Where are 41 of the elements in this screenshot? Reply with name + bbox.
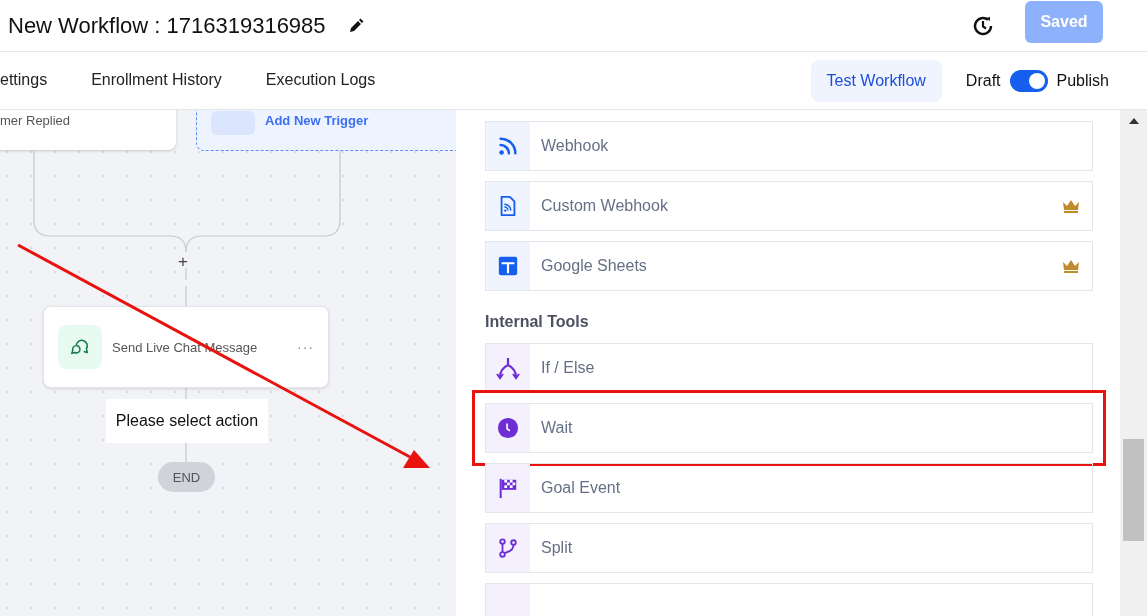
action-item[interactable]: Custom Webhook xyxy=(485,181,1093,231)
more-button[interactable]: ··· xyxy=(297,339,314,355)
action-item[interactable]: Goal Event xyxy=(485,463,1093,513)
add-trigger-link[interactable]: Add New Trigger xyxy=(265,113,369,128)
action-label: Goal Event xyxy=(541,479,622,497)
action-label: Split xyxy=(541,539,574,557)
branch-icon xyxy=(497,537,519,559)
publish-toggle[interactable] xyxy=(1009,69,1048,92)
trigger-card[interactable]: mer Replied xyxy=(0,110,176,150)
action-label: Custom Webhook xyxy=(541,197,669,215)
scrollbar-thumb[interactable] xyxy=(1123,439,1144,541)
publish-label: Publish xyxy=(1056,71,1109,90)
action-item[interactable]: Webhook xyxy=(485,121,1093,171)
end-node: END xyxy=(158,462,215,492)
scrollbar[interactable] xyxy=(1120,110,1147,616)
action-label: Google Sheets xyxy=(541,257,648,275)
action-item[interactable]: If / Else xyxy=(485,343,1093,393)
test-workflow-button[interactable]: Test Workflow xyxy=(810,59,942,102)
scroll-up-icon[interactable] xyxy=(1129,118,1139,124)
add-step-button[interactable]: + xyxy=(178,250,188,274)
section-heading: Internal Tools xyxy=(485,313,590,331)
draft-label: Draft xyxy=(965,71,1001,90)
tab[interactable]: Enrollment History xyxy=(69,52,244,109)
rss-icon xyxy=(497,135,519,157)
select-action-node[interactable]: Please select action xyxy=(106,399,268,443)
tab[interactable]: ettings xyxy=(0,52,70,109)
workflow-title: New Workflow : 1716319316985 xyxy=(8,12,326,39)
fork-arrows-icon xyxy=(496,356,520,380)
trigger-label: mer Replied xyxy=(0,113,71,128)
action-label: Webhook xyxy=(541,137,610,155)
edit-icon[interactable] xyxy=(347,17,364,34)
action-item[interactable]: Google Sheets xyxy=(485,241,1093,291)
tab[interactable]: Execution Logs xyxy=(243,52,398,109)
add-trigger-card[interactable]: Add New Trigger xyxy=(196,110,456,151)
checkered-flag-icon xyxy=(497,477,519,499)
action-label: If / Else xyxy=(541,359,596,377)
spreadsheet-icon xyxy=(497,255,519,277)
action-item[interactable]: Split xyxy=(485,523,1093,573)
clock-icon xyxy=(497,417,519,439)
action-label: Wait xyxy=(541,419,574,437)
chat-icon xyxy=(58,325,102,369)
